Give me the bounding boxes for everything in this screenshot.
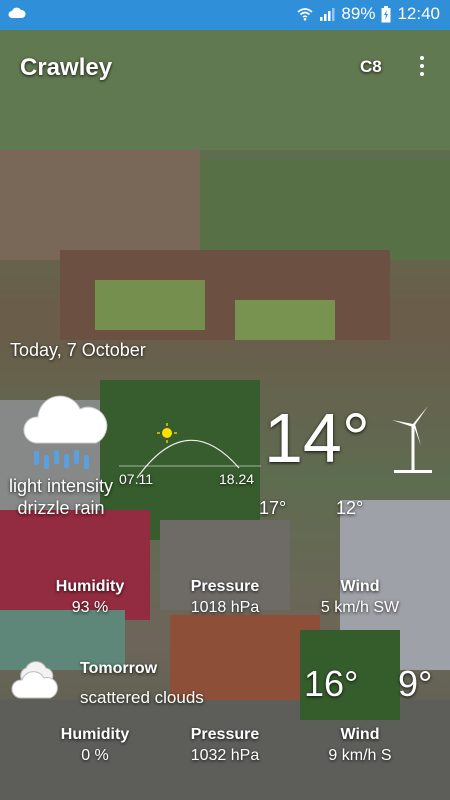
humidity-value: 0 % — [81, 747, 109, 764]
overflow-menu-icon[interactable] — [412, 54, 432, 78]
wind-turbine-icon — [392, 406, 432, 473]
humidity-label: Humidity — [60, 726, 130, 743]
tomorrow-description: scattered clouds — [80, 688, 204, 707]
pressure-label: Pressure — [190, 726, 260, 743]
tomorrow-humidity: Humidity 0 % — [25, 726, 165, 765]
tomorrow-label: Tomorrow — [80, 660, 158, 677]
wind-label: Wind — [340, 578, 380, 595]
battery-percent: 89% — [341, 4, 376, 23]
humidity-value: 93 % — [71, 599, 109, 616]
weather-description: light intensity drizzle rain — [8, 476, 114, 518]
tomorrow-pressure: Pressure 1032 hPa — [155, 726, 295, 765]
current-temperature: 14° — [264, 399, 370, 477]
wifi-icon — [297, 8, 313, 21]
today-wind: Wind 5 km/h SW — [290, 578, 430, 617]
rain-cloud-icon — [23, 395, 108, 469]
tomorrow-max-temp: 16° — [304, 663, 359, 704]
cloud-icon — [11, 661, 58, 699]
weather-cloud-icon — [8, 7, 26, 18]
pressure-value: 1032 hPa — [190, 747, 260, 764]
wind-value: 9 km/h S — [328, 747, 392, 764]
city-name[interactable]: Crawley — [20, 54, 112, 82]
today-min-temp: 12° — [336, 498, 364, 518]
battery-icon — [381, 5, 391, 22]
status-bar: 89% 12:40 — [0, 0, 450, 30]
sunset-time: 18.24 — [219, 471, 255, 487]
wind-label: Wind — [340, 726, 380, 743]
today-max-temp: 17° — [259, 498, 287, 518]
humidity-label: Humidity — [55, 578, 125, 595]
wind-value: 5 km/h SW — [320, 599, 400, 616]
tomorrow-min-temp: 9° — [398, 663, 433, 704]
today-humidity: Humidity 93 % — [20, 578, 160, 617]
today-pressure: Pressure 1018 hPa — [155, 578, 295, 617]
clock: 12:40 — [397, 4, 440, 23]
signal-icon — [320, 8, 335, 21]
pressure-value: 1018 hPa — [190, 599, 260, 616]
tomorrow-wind: Wind 9 km/h S — [290, 726, 430, 765]
pressure-label: Pressure — [190, 578, 260, 595]
unit-toggle[interactable]: C8 — [360, 57, 382, 77]
today-date: Today, 7 October — [10, 340, 146, 360]
sunrise-time: 07.11 — [119, 471, 153, 487]
